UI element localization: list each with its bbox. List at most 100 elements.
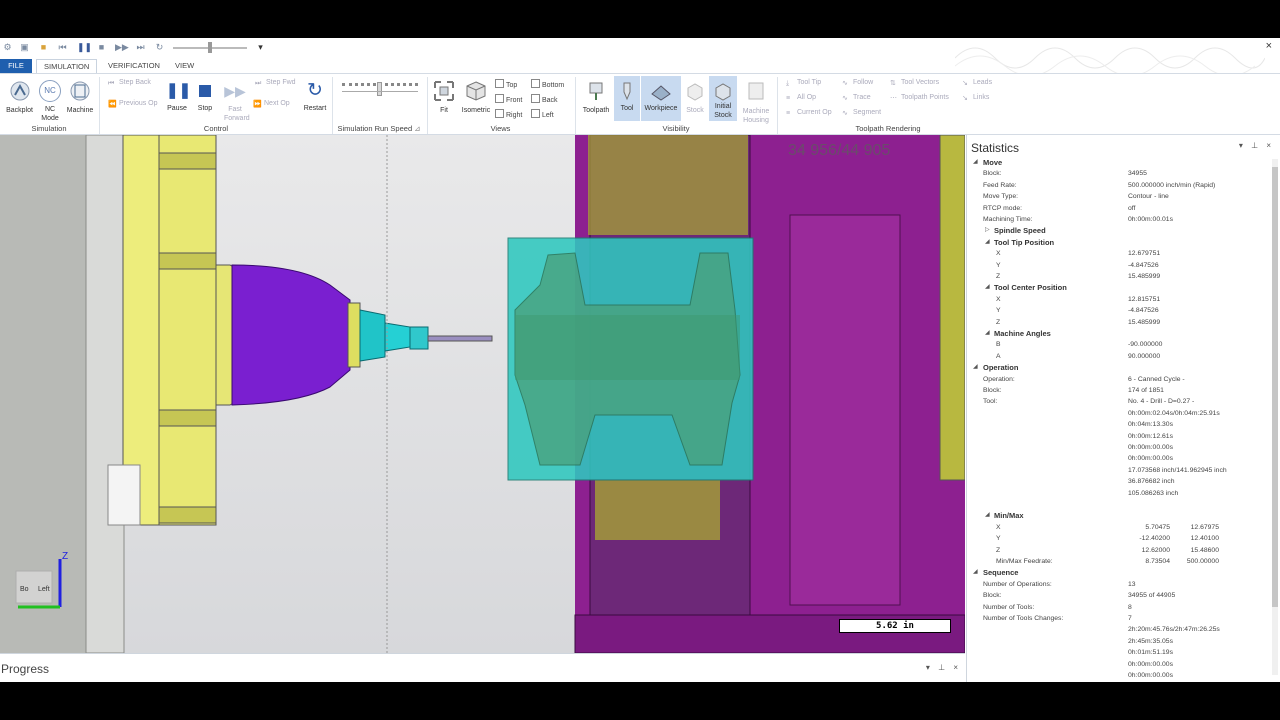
top-label: Top: [506, 82, 518, 89]
machine-housing-button[interactable]: Machine Housing: [739, 80, 773, 125]
speed-slider-handle[interactable]: [377, 82, 382, 96]
collet-nut: [409, 326, 429, 350]
stop-icon[interactable]: ■: [96, 42, 107, 53]
restart-button[interactable]: ↻ Restart: [300, 80, 330, 112]
toolpath-button[interactable]: Toolpath: [578, 80, 614, 114]
current-op-button[interactable]: ≡ Current Op: [786, 109, 832, 119]
stats-category[interactable]: ◢ Min/Max: [967, 510, 1271, 521]
view-back-button[interactable]: Back: [531, 94, 558, 104]
follow-icon: ∿: [842, 80, 848, 87]
stock-button[interactable]: Stock: [683, 80, 707, 114]
stats-category[interactable]: ◢ Machine Angles: [967, 328, 1271, 339]
progress-title: Progress: [1, 662, 50, 676]
simulation-viewport[interactable]: 34 956/44 905 5.62 in Z Bo Left: [0, 135, 965, 653]
stats-row: B -90.000000: [967, 339, 1271, 350]
stats-category[interactable]: ◢ Move: [967, 157, 1271, 168]
collapse-icon[interactable]: ◢: [973, 567, 978, 578]
view-top-button[interactable]: Top: [495, 79, 517, 89]
stats-category[interactable]: ▷ Spindle Speed: [967, 225, 1271, 236]
view-bottom-button[interactable]: Bottom: [531, 79, 564, 89]
leads-button[interactable]: ↘ Leads: [962, 79, 992, 88]
stats-row: 0h:04m:13.30s: [967, 419, 1271, 430]
view-right-button[interactable]: Right: [495, 109, 522, 119]
pause-icon[interactable]: ❚❚: [77, 42, 92, 53]
stats-value: 0h:00m:12.61s: [1128, 432, 1173, 440]
view-left-button[interactable]: Left: [531, 109, 554, 119]
toolpath-points-button[interactable]: ⋯ Toolpath Points: [890, 94, 949, 103]
tab-file[interactable]: FILE: [0, 59, 32, 73]
segment-icon: ∿: [842, 110, 848, 117]
statistics-panel-controls[interactable]: ▾ ⊥ ×: [1239, 141, 1274, 150]
stats-value: 0h:01m:51.19s: [1128, 649, 1173, 657]
axis-triad[interactable]: Z Bo Left: [12, 547, 72, 617]
new-icon[interactable]: ⚙: [2, 42, 13, 53]
step-fwd-button[interactable]: ⏭ Step Fwd: [255, 79, 296, 89]
all-op-button[interactable]: ≡ All Op: [786, 94, 816, 104]
links-button[interactable]: ↘ Links: [962, 94, 989, 103]
tool-vectors-button[interactable]: ⇅ Tool Vectors: [890, 79, 939, 88]
collapse-icon[interactable]: ◢: [973, 157, 978, 168]
segment-button[interactable]: ∿ Segment: [842, 109, 881, 118]
expand-icon[interactable]: ▷: [985, 225, 990, 236]
isometric-button[interactable]: Isometric: [459, 80, 493, 114]
back-label: Back: [542, 97, 558, 104]
stock-icon: [687, 83, 703, 101]
fast-forward-button[interactable]: ▶▶ Fast Forward: [218, 80, 252, 123]
stats-value: 13: [1128, 580, 1136, 588]
stats-row: X 5.70475 12.67975: [967, 522, 1271, 533]
tab-view[interactable]: VIEW: [168, 59, 201, 73]
stats-key: Block:: [983, 170, 1002, 178]
stats-row: [967, 499, 1271, 510]
stats-category[interactable]: ◢ Tool Tip Position: [967, 237, 1271, 248]
stats-category[interactable]: ◢ Tool Center Position: [967, 282, 1271, 293]
speed-slider-thumb[interactable]: [208, 42, 212, 53]
fit-button[interactable]: Fit: [432, 80, 456, 114]
progress-panel: Progress ▾ ⊥ ×: [0, 653, 965, 682]
statistics-scrollbar[interactable]: [1272, 159, 1278, 675]
pause-button[interactable]: ❚❚ Pause: [165, 80, 191, 112]
collapse-icon[interactable]: ◢: [985, 282, 990, 293]
step-back-button[interactable]: ⏮ Step Back: [108, 79, 151, 89]
dropdown-icon[interactable]: ▾: [255, 42, 266, 53]
backplot-button[interactable]: Backplot: [3, 80, 36, 114]
open-icon[interactable]: ▣: [19, 42, 30, 53]
stats-category[interactable]: ◢ Sequence: [967, 567, 1271, 578]
workpiece-button[interactable]: Workpiece: [641, 76, 681, 121]
tool-tip-button[interactable]: ⤓ Tool Tip: [786, 79, 821, 89]
collapse-icon[interactable]: ◢: [973, 362, 978, 373]
progress-panel-controls[interactable]: ▾ ⊥ ×: [926, 663, 961, 672]
stats-category[interactable]: ◢ Operation: [967, 362, 1271, 373]
all-op-icon: ≡: [786, 95, 791, 102]
collapse-icon[interactable]: ◢: [985, 510, 990, 521]
close-icon[interactable]: ×: [1266, 40, 1272, 52]
dialog-launcher-icon[interactable]: ⊿: [414, 124, 420, 133]
trace-icon: ∿: [842, 95, 848, 102]
trace-label: Trace: [853, 94, 871, 101]
skip-forward-icon[interactable]: ⏭: [135, 42, 146, 53]
statistics-scroll-thumb[interactable]: [1272, 167, 1278, 607]
folder-icon[interactable]: ■: [38, 42, 49, 53]
initial-stock-icon: [715, 83, 731, 101]
stats-key: Machine Angles: [994, 329, 1051, 338]
restart-icon[interactable]: ↻: [154, 42, 165, 53]
previous-op-button[interactable]: ⏪ Previous Op: [108, 100, 158, 109]
collapse-icon[interactable]: ◢: [985, 328, 990, 339]
nc-mode-button[interactable]: NC NC Mode: [36, 80, 64, 123]
forward-icon[interactable]: ▶▶: [115, 42, 129, 53]
skip-back-icon[interactable]: ⏮: [57, 42, 68, 53]
stop-button[interactable]: Stop: [193, 80, 217, 112]
housing-band: [158, 252, 217, 270]
tool-button[interactable]: Tool: [614, 76, 640, 121]
collapse-icon[interactable]: ◢: [985, 237, 990, 248]
tab-verification[interactable]: VERIFICATION: [101, 59, 167, 73]
stats-row: RTCP mode: off: [967, 203, 1271, 214]
machine-button[interactable]: Machine: [64, 80, 96, 114]
follow-button[interactable]: ∿ Follow: [842, 79, 873, 88]
tab-simulation[interactable]: SIMULATION: [36, 59, 98, 73]
view-front-button[interactable]: Front: [495, 94, 522, 104]
next-op-button[interactable]: ⏩ Next Op: [253, 100, 290, 109]
machine-icon: [70, 81, 90, 101]
initial-stock-button[interactable]: Initial Stock: [709, 76, 737, 121]
trace-button[interactable]: ∿ Trace: [842, 94, 871, 103]
follow-label: Follow: [853, 79, 874, 86]
